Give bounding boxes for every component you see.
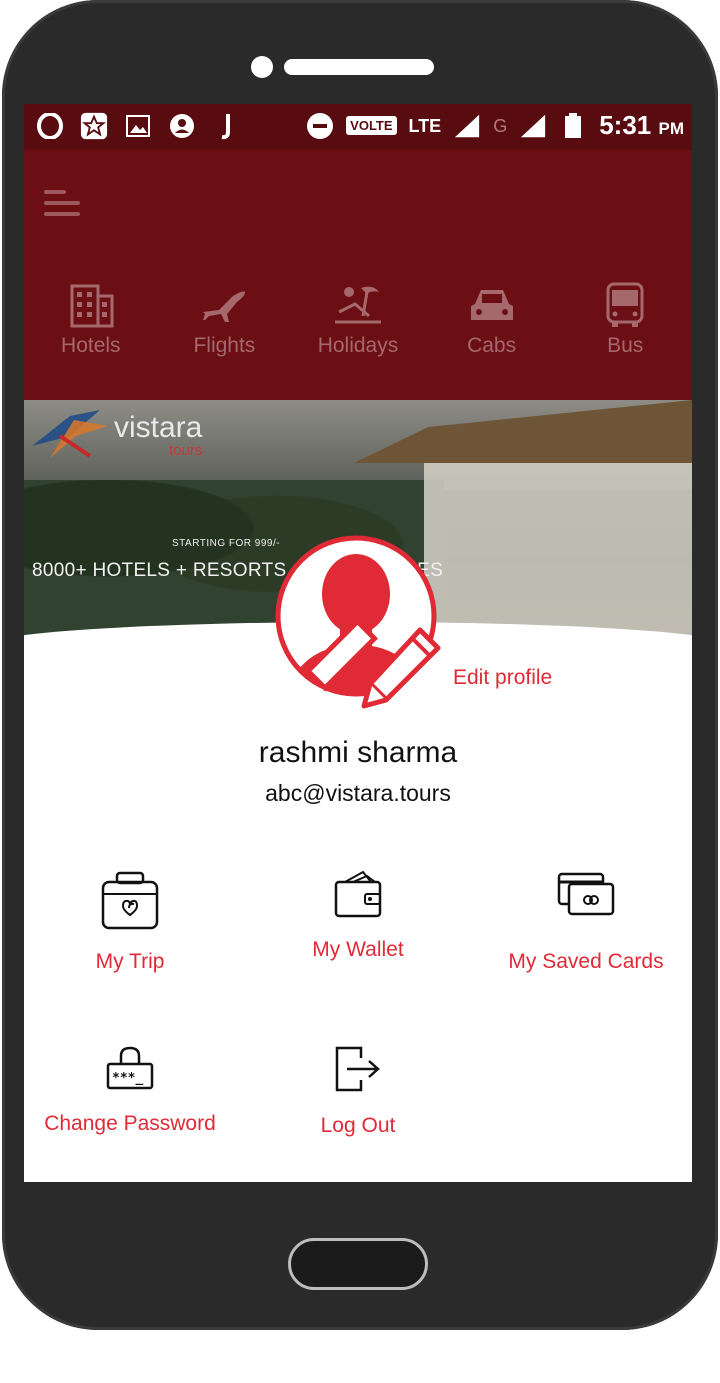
app-screen: VOLTE LTE G 5:31 PM Hotels Flights Holid… <box>24 104 692 1182</box>
gallery-icon <box>124 112 152 140</box>
my-trip-button[interactable]: My Trip <box>64 870 196 974</box>
phone-frame: VOLTE LTE G 5:31 PM Hotels Flights Holid… <box>0 0 720 1383</box>
category-hotels[interactable]: Hotels <box>24 282 158 358</box>
logo-sub: tours <box>169 441 203 459</box>
account-icon <box>168 112 196 140</box>
app-bar: Hotels Flights Holidays Cabs Bus <box>24 150 692 400</box>
lte-indicator: LTE <box>408 115 442 136</box>
airplane-icon <box>203 291 246 322</box>
user-email: abc@vistara.tours <box>265 780 451 806</box>
avatar[interactable] <box>274 534 441 709</box>
vistara-logo: vistara tours <box>30 406 202 464</box>
suitcase-heart-icon <box>101 871 159 930</box>
building-icon <box>70 284 114 328</box>
category-flights[interactable]: Flights <box>158 282 292 358</box>
category-label: Bus <box>607 334 644 357</box>
signal-icon <box>453 112 481 140</box>
bus-icon <box>606 282 644 327</box>
my-wallet-button[interactable]: My Wallet <box>294 870 422 962</box>
pencil-icon[interactable] <box>358 624 444 710</box>
lock-password-icon: ***_ <box>106 1046 154 1090</box>
beach-icon <box>334 286 381 324</box>
clock: 5:31 PM <box>599 110 684 140</box>
my-saved-cards-button[interactable]: My Saved Cards <box>496 870 676 974</box>
logo-mark-icon <box>32 410 108 458</box>
category-label: Holidays <box>317 334 399 357</box>
logout-icon <box>335 1046 380 1092</box>
cards-icon <box>557 872 615 916</box>
g-indicator: G <box>493 115 508 136</box>
change-password-button[interactable]: ***_ Change Password <box>34 1046 226 1136</box>
category-label: Flights <box>193 334 256 357</box>
battery-icon <box>559 112 587 140</box>
menu-icon[interactable] <box>44 190 84 220</box>
my-saved-cards-label: My Saved Cards <box>508 950 664 973</box>
star-app-icon <box>80 112 108 140</box>
earpiece-speaker <box>284 59 434 75</box>
edit-profile-link[interactable]: Edit profile <box>453 666 552 690</box>
front-camera <box>251 56 273 78</box>
dnd-icon <box>306 112 334 140</box>
category-cabs[interactable]: Cabs <box>425 282 559 358</box>
category-label: Hotels <box>61 334 121 357</box>
opera-icon <box>36 112 64 140</box>
category-holidays[interactable]: Holidays <box>291 282 425 358</box>
category-label: Cabs <box>467 334 517 357</box>
log-out-button[interactable]: Log Out <box>294 1044 422 1138</box>
change-password-label: Change Password <box>44 1112 216 1135</box>
status-bar: VOLTE LTE G 5:31 PM <box>24 104 692 150</box>
category-bar: Hotels Flights Holidays Cabs Bus <box>24 282 692 358</box>
jio-icon <box>212 112 240 140</box>
banner-starting-for: STARTING FOR 999/- <box>172 538 281 549</box>
my-wallet-label: My Wallet <box>312 938 404 961</box>
log-out-label: Log Out <box>320 1114 396 1137</box>
user-name: rashmi sharma <box>258 736 458 769</box>
category-bus[interactable]: Bus <box>558 282 692 358</box>
wallet-icon <box>334 870 382 918</box>
logo-name: vistara <box>114 410 203 444</box>
volte-badge: VOLTE <box>346 116 397 135</box>
svg-text:***_: ***_ <box>112 1071 143 1086</box>
car-icon <box>470 290 513 320</box>
my-trip-label: My Trip <box>95 950 165 973</box>
home-button[interactable] <box>288 1238 428 1290</box>
signal-2-icon <box>519 112 547 140</box>
